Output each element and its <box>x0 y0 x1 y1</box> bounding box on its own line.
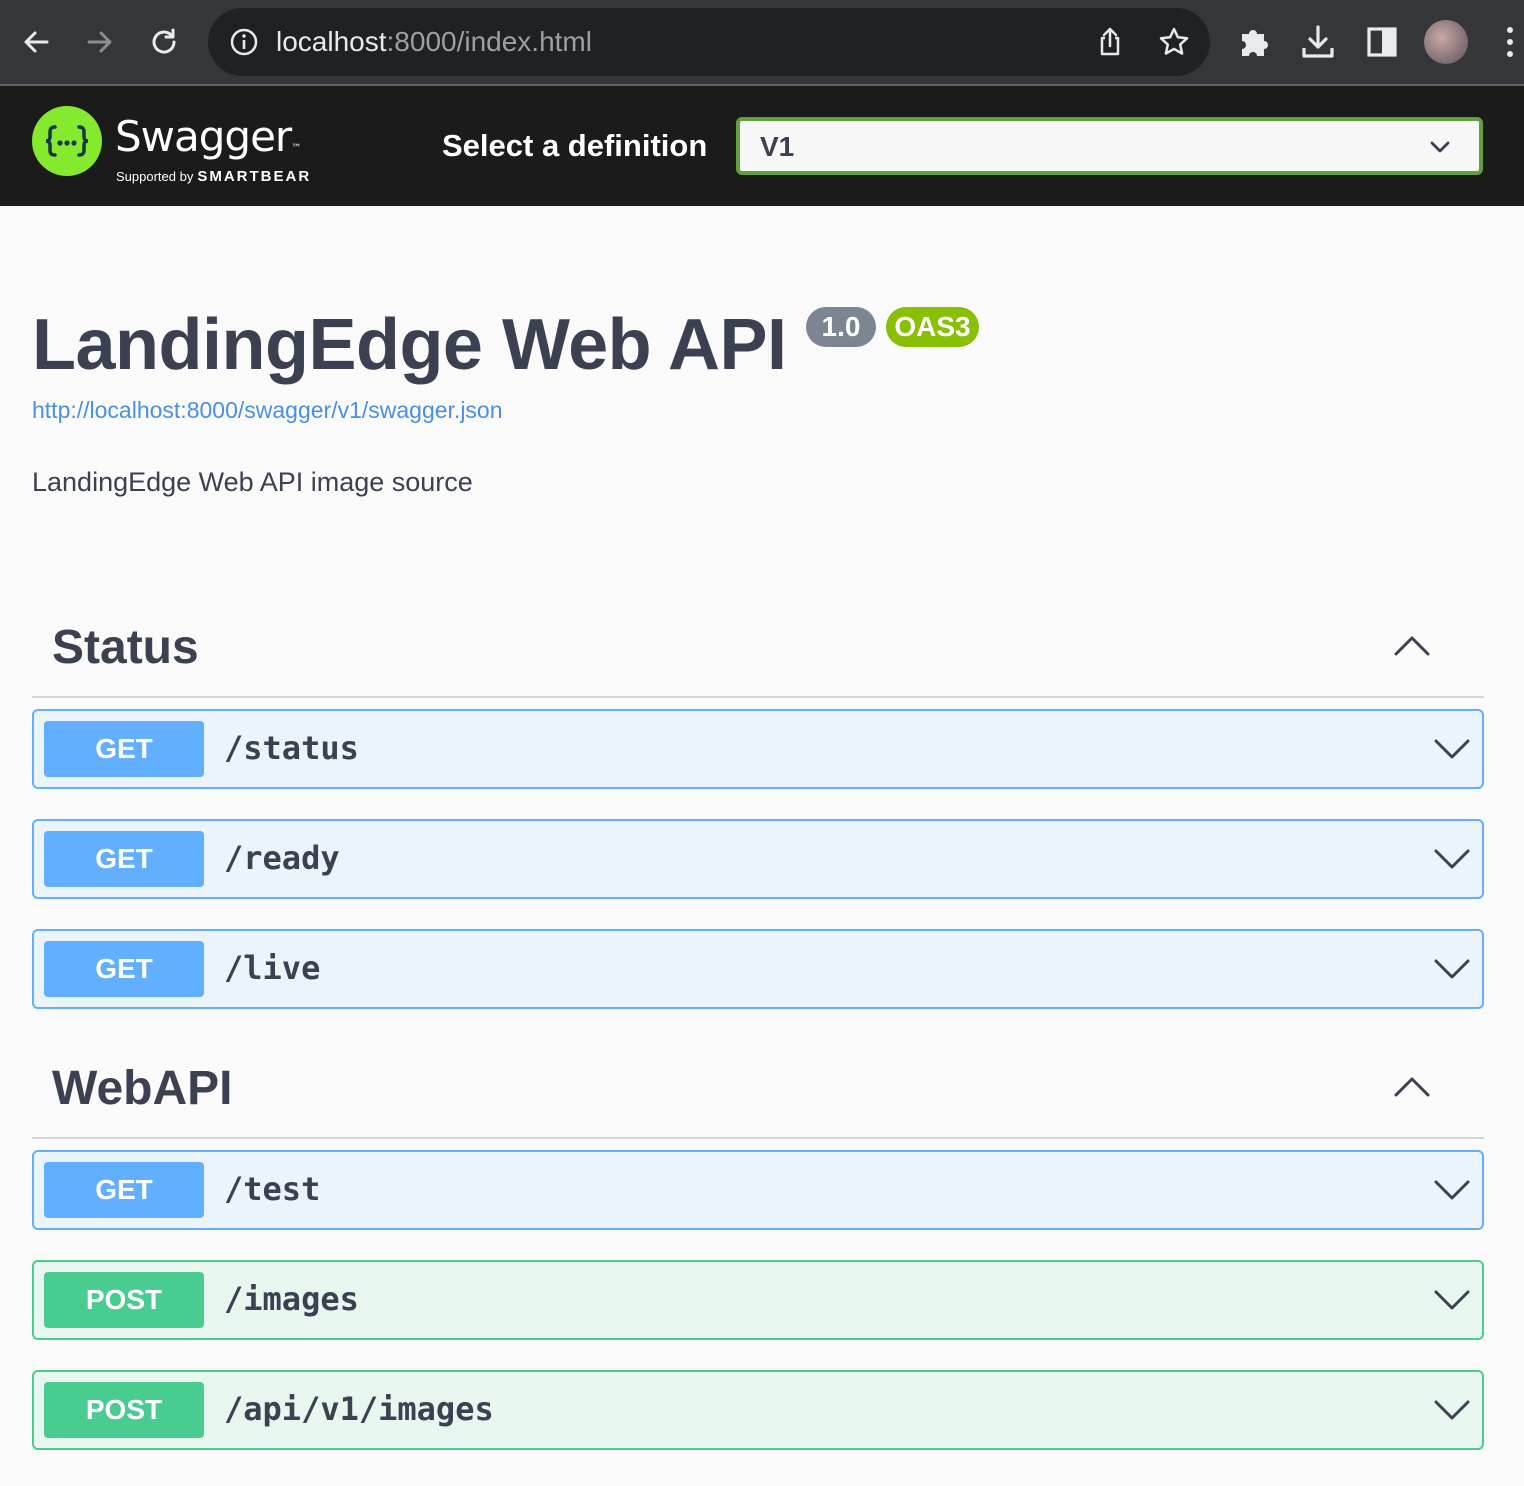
operation-path: /api/v1/images <box>224 1390 494 1428</box>
chevron-down-icon[interactable] <box>1434 957 1470 981</box>
swagger-logo-icon[interactable] <box>32 106 102 176</box>
chevron-down-icon[interactable] <box>1434 1398 1470 1422</box>
browser-toolbar: localhost:8000/index.html <box>0 0 1524 86</box>
definition-label: Select a definition <box>442 128 708 163</box>
extensions-icon[interactable] <box>1234 22 1274 62</box>
url-host: localhost <box>276 26 387 57</box>
operation-get-live[interactable]: GET /live <box>32 929 1484 1009</box>
back-button[interactable] <box>14 20 58 64</box>
profile-avatar[interactable] <box>1424 20 1468 64</box>
operation-path: /status <box>224 729 359 767</box>
download-icon[interactable] <box>1298 22 1338 62</box>
star-icon[interactable] <box>1158 26 1190 58</box>
chevron-down-icon <box>1430 141 1450 153</box>
swagger-logo-text[interactable]: Swagger™ <box>115 112 301 161</box>
operation-path: /test <box>224 1170 321 1208</box>
page-title: LandingEdge Web API <box>32 305 787 385</box>
chevron-down-icon[interactable] <box>1434 1178 1470 1202</box>
spec-url-link[interactable]: http://localhost:8000/swagger/v1/swagger… <box>32 397 503 424</box>
address-bar[interactable]: localhost:8000/index.html <box>208 8 1210 76</box>
info-icon[interactable] <box>230 28 258 56</box>
forward-arrow-icon <box>87 31 112 53</box>
operation-path: /ready <box>224 839 340 877</box>
method-badge: GET <box>44 831 204 887</box>
reload-button[interactable] <box>142 20 186 64</box>
url-text[interactable]: localhost:8000/index.html <box>276 26 592 58</box>
definition-select[interactable]: V1 <box>736 117 1483 175</box>
logo-brand: SMARTBEAR <box>197 168 312 185</box>
api-description: LandingEdge Web API image source <box>32 467 473 497</box>
operation-path: /images <box>224 1280 359 1318</box>
chevron-down-icon[interactable] <box>1434 737 1470 761</box>
chevron-down-icon[interactable] <box>1434 1288 1470 1312</box>
method-badge: GET <box>44 1162 204 1218</box>
oas-badge: OAS3 <box>886 307 979 347</box>
chevron-up-icon[interactable] <box>1394 634 1430 656</box>
operation-post-api-v1-images[interactable]: POST /api/v1/images <box>32 1370 1484 1450</box>
url-path: :8000/index.html <box>386 26 592 57</box>
chevron-up-icon[interactable] <box>1394 1075 1430 1097</box>
logo-tm: ™ <box>291 143 301 154</box>
operation-get-ready[interactable]: GET /ready <box>32 819 1484 899</box>
logo-subtitle: Supported by SMARTBEAR <box>116 168 311 185</box>
operation-get-test[interactable]: GET /test <box>32 1150 1484 1230</box>
back-arrow-icon <box>24 31 49 53</box>
version-badge: 1.0 <box>806 307 876 347</box>
tag-title-webapi[interactable]: WebAPI <box>52 1061 232 1116</box>
tag-divider <box>32 696 1484 698</box>
tag-title-status[interactable]: Status <box>52 620 199 675</box>
tag-divider <box>32 1137 1484 1139</box>
definition-value: V1 <box>760 131 795 162</box>
method-badge: GET <box>44 721 204 777</box>
method-badge: GET <box>44 941 204 997</box>
logo-name: Swagger <box>115 112 292 161</box>
operation-path: /live <box>224 949 321 987</box>
method-badge: POST <box>44 1382 204 1438</box>
more-icon[interactable] <box>1500 24 1520 60</box>
logo-supported: Supported by <box>116 169 194 184</box>
share-icon[interactable] <box>1094 26 1126 58</box>
curly-braces-icon <box>45 125 89 157</box>
sidebar-icon[interactable] <box>1362 22 1402 62</box>
method-badge: POST <box>44 1272 204 1328</box>
operation-post-images[interactable]: POST /images <box>32 1260 1484 1340</box>
reload-icon <box>152 28 176 54</box>
operation-get-status[interactable]: GET /status <box>32 709 1484 789</box>
chevron-down-icon[interactable] <box>1434 847 1470 871</box>
forward-button[interactable] <box>78 20 122 64</box>
